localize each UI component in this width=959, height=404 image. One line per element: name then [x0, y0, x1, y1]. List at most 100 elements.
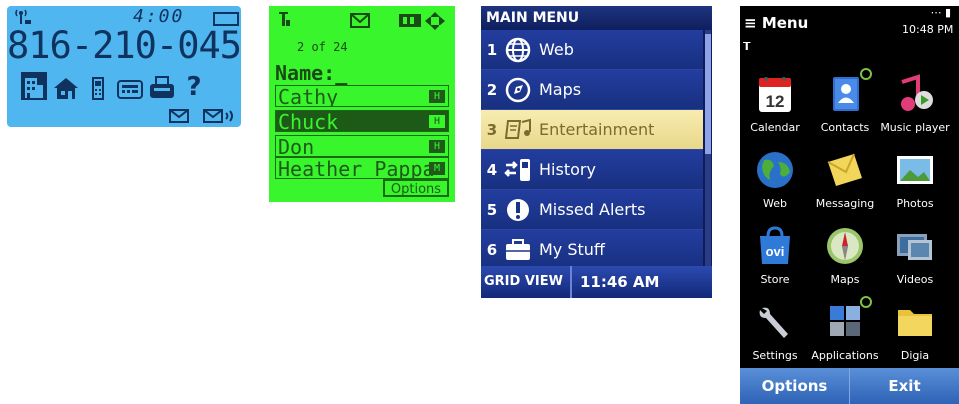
status-indicators: ⋯ ▮ [930, 6, 951, 19]
envelope-icon [169, 109, 189, 123]
signal-antenna-icon: 𝗧 [743, 40, 751, 53]
home-tag: H [429, 115, 445, 128]
app-label: Digia [900, 349, 930, 362]
app-maps[interactable]: Maps [810, 226, 880, 286]
app-label: Applications [811, 349, 879, 362]
app-calendar[interactable]: 12 Calendar [740, 74, 810, 134]
scrollbar-thumb[interactable] [705, 34, 711, 154]
app-applications[interactable]: Applications [810, 296, 880, 362]
folder-icon [894, 302, 936, 342]
new-indicator [860, 296, 872, 308]
videos-icon [894, 226, 936, 266]
main-menu-screen: MAIN MENU 1 Web 2 Maps 3 Entertainment 4 [481, 6, 712, 298]
clock: 10:48 PM [902, 23, 954, 36]
bottom-bar: GRID VIEW 11:46 AM [481, 266, 712, 298]
question-icon[interactable]: ? [181, 72, 207, 100]
item-label: Web [539, 40, 574, 59]
item-number: 4 [486, 160, 498, 179]
item-label: Missed Alerts [539, 200, 646, 219]
contact-row[interactable]: Heather Pappa M [275, 157, 449, 179]
contact-row-selected[interactable]: Chuck H [275, 110, 449, 132]
menu-item-web[interactable]: 1 Web [481, 30, 703, 70]
compass-icon [824, 226, 866, 266]
contact-name: Heather Pappa [278, 157, 435, 179]
menu-title: MAIN MENU [481, 6, 712, 30]
app-settings[interactable]: Settings [740, 302, 810, 362]
app-label: Store [760, 273, 790, 286]
app-label: Videos [896, 273, 934, 286]
store-badge: ovi [766, 244, 785, 259]
office-icon[interactable] [21, 72, 47, 100]
app-videos[interactable]: Videos [880, 226, 950, 286]
item-number: 2 [486, 80, 498, 99]
nokia-menu-screen: ≡ Menu 𝗧 ⋯ ▮ 10:48 PM 12 Calendar Contac… [740, 6, 959, 404]
menu-item-missed-alerts[interactable]: 5 Missed Alerts [481, 190, 703, 230]
menu-item-maps[interactable]: 2 Maps [481, 70, 703, 110]
contacts-icon [824, 68, 872, 114]
app-label: Web [763, 197, 787, 210]
item-number: 5 [486, 200, 498, 219]
home-tag: H [429, 140, 445, 153]
lcd-screen-blue: 4:00 816-210-0455 ? [7, 6, 241, 127]
battery-icon: ▮ [944, 6, 951, 19]
item-number: 6 [486, 240, 498, 259]
alert-icon [503, 196, 533, 224]
calendar-icon: 12 [754, 74, 796, 114]
signal-antenna-icon [279, 12, 290, 26]
exit-softkey[interactable]: Exit [849, 368, 959, 404]
home-tag: H [429, 90, 445, 103]
app-web[interactable]: Web [740, 150, 810, 210]
app-messaging[interactable]: Messaging [810, 150, 880, 210]
menu-item-history[interactable]: 4 History [481, 150, 703, 190]
new-indicator [860, 68, 872, 80]
app-music-player[interactable]: Music player [880, 74, 950, 134]
history-icon [503, 156, 533, 184]
app-label: Settings [752, 349, 798, 362]
app-digia[interactable]: Digia [880, 302, 950, 362]
options-softkey[interactable]: Options [740, 368, 849, 404]
briefcase-icon [503, 236, 533, 264]
grid-view-softkey[interactable]: GRID VIEW [481, 266, 572, 298]
contact-name: Chuck [278, 110, 339, 132]
usb-icon: ⋯ [930, 6, 942, 19]
mobile-icon[interactable] [85, 72, 111, 100]
app-contacts[interactable]: Contacts [810, 68, 880, 134]
mobile-tag: M [429, 162, 445, 175]
contact-row[interactable]: Don H [275, 135, 449, 157]
menu-list: 1 Web 2 Maps 3 Entertainment 4 History 5… [481, 30, 703, 270]
menu-title: Menu [761, 14, 809, 32]
app-photos[interactable]: Photos [880, 150, 950, 210]
home-icon[interactable] [53, 72, 79, 100]
applications-icon [824, 296, 872, 342]
item-label: My Stuff [539, 240, 605, 259]
music-player-icon [894, 74, 936, 114]
app-label: Photos [896, 197, 934, 210]
contact-row[interactable]: Cathy H [275, 85, 449, 107]
status-bar [279, 12, 445, 30]
pager-icon[interactable] [149, 72, 175, 100]
voicemail-envelope-icon [203, 109, 233, 123]
app-label: Music player [880, 121, 950, 134]
number-type-icons: ? [21, 70, 207, 100]
menu-item-my-stuff[interactable]: 6 My Stuff [481, 230, 703, 270]
contact-counter: 2 of 24 [297, 40, 348, 54]
scrollbar[interactable] [705, 30, 711, 266]
app-store[interactable]: ovi Store [740, 226, 810, 286]
envelope-icon [350, 13, 370, 28]
clock: 11:46 AM [579, 273, 660, 291]
item-number: 3 [486, 120, 498, 139]
globe-icon [754, 150, 796, 190]
name-search-field[interactable]: Name:_ [275, 61, 347, 85]
lcd-screen-green: 2 of 24 Name:_ Cathy H Chuck H Don H Hea… [269, 6, 455, 202]
phone-number: 816-210-0455 [7, 24, 241, 67]
menu-item-entertainment[interactable]: 3 Entertainment [481, 110, 703, 150]
fax-icon[interactable] [117, 72, 143, 100]
battery-icon [399, 14, 421, 27]
menu-header: ≡ Menu [744, 14, 808, 32]
item-number: 1 [486, 40, 498, 59]
options-softkey[interactable]: Options [383, 179, 449, 197]
messaging-icon [824, 150, 866, 190]
item-label: Maps [539, 80, 582, 99]
app-label: Maps [830, 273, 860, 286]
store-icon: ovi [754, 226, 796, 266]
